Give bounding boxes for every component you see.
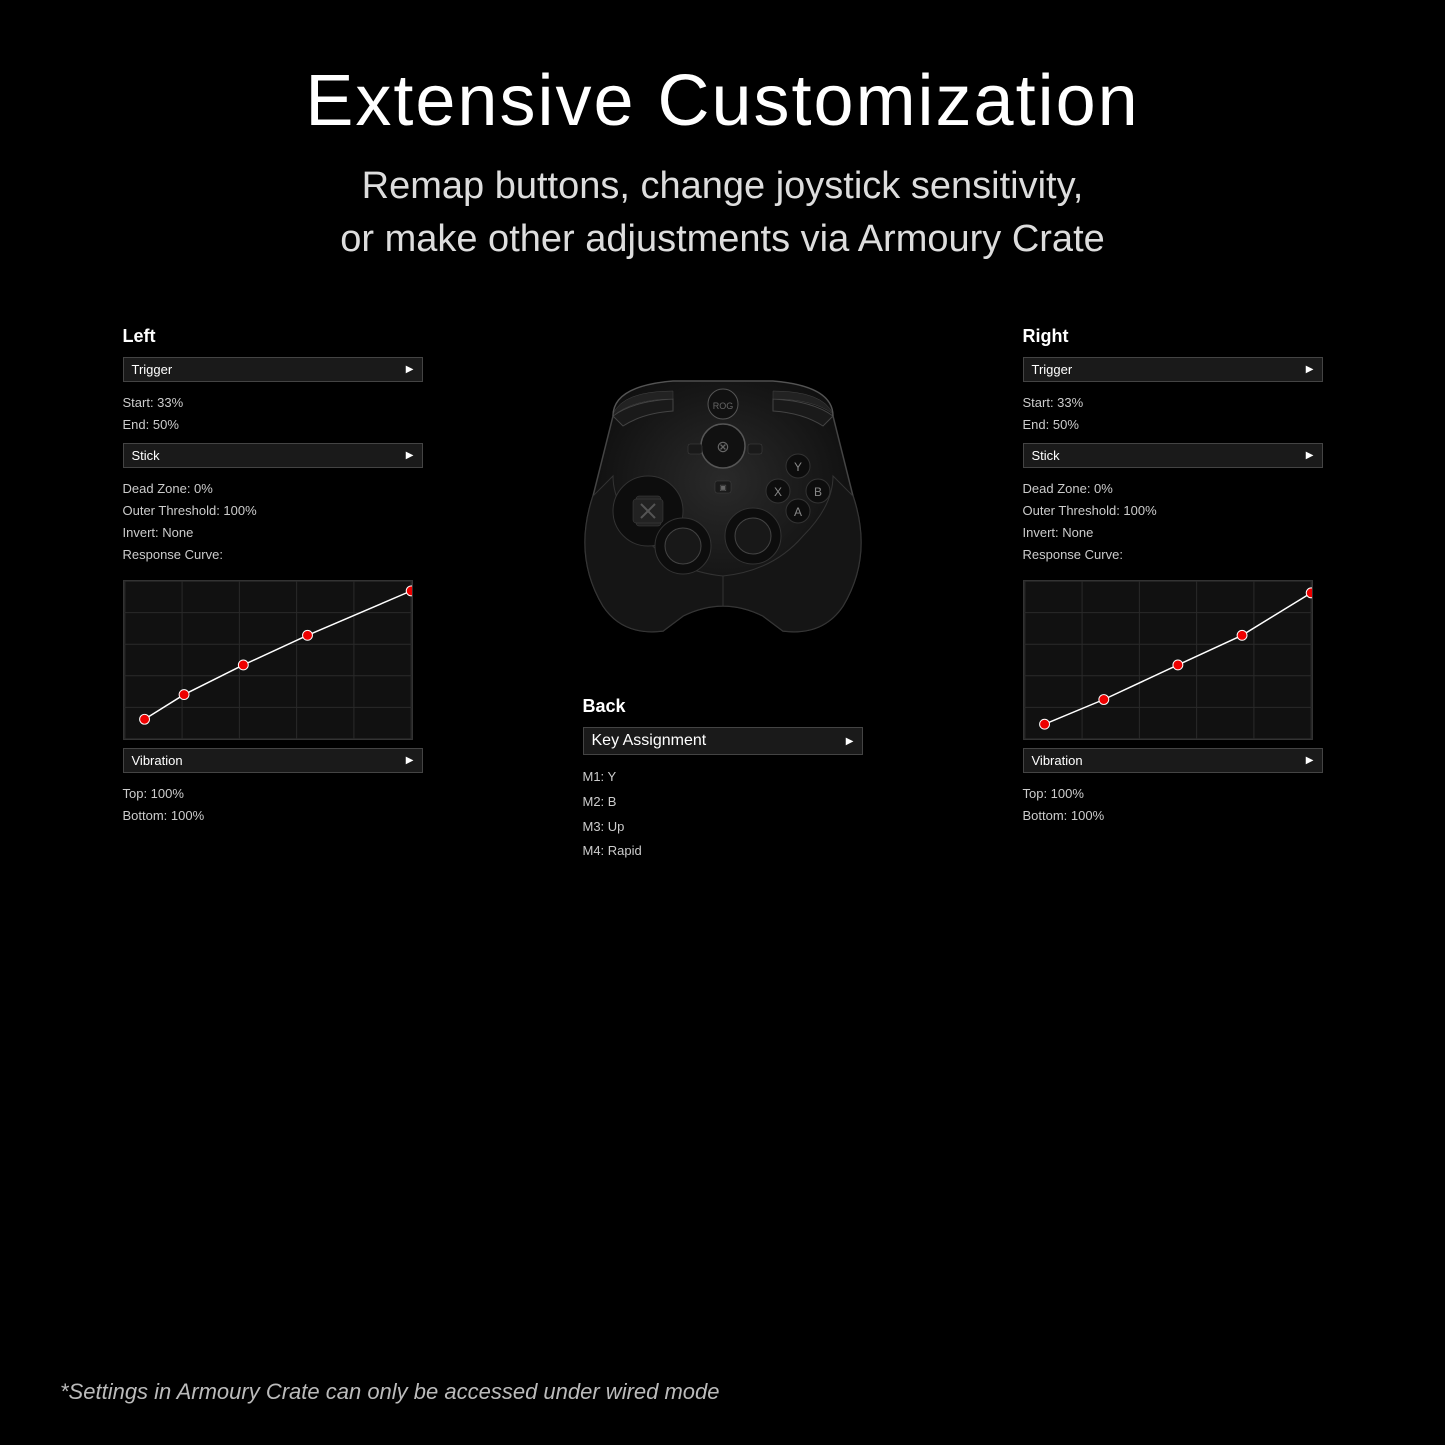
left-trigger-arrow: ▶: [406, 364, 414, 375]
right-trigger-start: Start: 33%: [1023, 392, 1323, 414]
right-vibration-arrow: ▶: [1306, 755, 1314, 766]
left-stick-row[interactable]: Stick ▶: [123, 443, 423, 468]
back-m3: M3: Up: [583, 815, 863, 840]
back-m1: M1: Y: [583, 765, 863, 790]
left-stick-arrow: ▶: [406, 450, 414, 461]
left-invert: Invert: None: [123, 522, 423, 544]
right-trigger-label: Trigger: [1032, 362, 1073, 377]
left-chart-svg: [123, 580, 413, 740]
back-key-assignment-arrow: ▶: [846, 736, 854, 747]
right-trigger-arrow: ▶: [1306, 364, 1314, 375]
left-stick-info: Dead Zone: 0% Outer Threshold: 100% Inve…: [123, 472, 423, 572]
back-m4: M4: Rapid: [583, 839, 863, 864]
controller-section: Left Trigger ▶ Start: 33% End: 50% Stick…: [123, 326, 1323, 1405]
right-stick-info: Dead Zone: 0% Outer Threshold: 100% Inve…: [1023, 472, 1323, 572]
left-vib-top: Top: 100%: [123, 783, 423, 805]
back-m2: M2: B: [583, 790, 863, 815]
right-trigger-info: Start: 33% End: 50%: [1023, 386, 1323, 442]
left-outer-threshold: Outer Threshold: 100%: [123, 500, 423, 522]
right-stick-arrow: ▶: [1306, 450, 1314, 461]
right-panel-title: Right: [1023, 326, 1323, 347]
back-key-assignment-label: Key Assignment: [592, 732, 707, 750]
center-section: Y B X A ⊗ ROG: [443, 326, 1003, 870]
right-invert: Invert: None: [1023, 522, 1323, 544]
subtitle: Remap buttons, change joystick sensitivi…: [340, 160, 1105, 266]
controller-image: Y B X A ⊗ ROG: [533, 326, 913, 686]
footer-note: *Settings in Armoury Crate can only be a…: [60, 1379, 720, 1405]
left-response-curve-label: Response Curve:: [123, 544, 423, 566]
right-dead-zone: Dead Zone: 0%: [1023, 478, 1323, 500]
left-trigger-label: Trigger: [132, 362, 173, 377]
back-key-assignment-row[interactable]: Key Assignment ▶: [583, 727, 863, 755]
left-panel: Left Trigger ▶ Start: 33% End: 50% Stick…: [123, 326, 423, 833]
left-trigger-end: End: 50%: [123, 414, 423, 436]
back-key-info: M1: Y M2: B M3: Up M4: Rapid: [583, 759, 863, 870]
svg-text:▣: ▣: [719, 483, 727, 492]
right-response-curve-label: Response Curve:: [1023, 544, 1323, 566]
svg-text:B: B: [813, 485, 821, 499]
right-vibration-info: Top: 100% Bottom: 100%: [1023, 777, 1323, 833]
left-vib-bottom: Bottom: 100%: [123, 805, 423, 827]
right-response-curve-chart: [1023, 580, 1313, 740]
right-trigger-row[interactable]: Trigger ▶: [1023, 357, 1323, 382]
left-vibration-label: Vibration: [132, 753, 183, 768]
back-panel-title: Back: [583, 696, 863, 717]
right-vib-bottom: Bottom: 100%: [1023, 805, 1323, 827]
right-vibration-label: Vibration: [1032, 753, 1083, 768]
right-stick-row[interactable]: Stick ▶: [1023, 443, 1323, 468]
main-title: Extensive Customization: [305, 60, 1139, 142]
left-trigger-start: Start: 33%: [123, 392, 423, 414]
left-vibration-info: Top: 100% Bottom: 100%: [123, 777, 423, 833]
right-vibration-row[interactable]: Vibration ▶: [1023, 748, 1323, 773]
left-panel-title: Left: [123, 326, 423, 347]
right-outer-threshold: Outer Threshold: 100%: [1023, 500, 1323, 522]
left-stick-label: Stick: [132, 448, 160, 463]
left-trigger-row[interactable]: Trigger ▶: [123, 357, 423, 382]
left-dead-zone: Dead Zone: 0%: [123, 478, 423, 500]
svg-text:ROG: ROG: [712, 401, 733, 411]
back-panel: Back Key Assignment ▶ M1: Y M2: B M3: Up…: [583, 696, 863, 870]
right-trigger-end: End: 50%: [1023, 414, 1323, 436]
left-vibration-row[interactable]: Vibration ▶: [123, 748, 423, 773]
svg-text:⊗: ⊗: [716, 439, 729, 456]
left-response-curve-chart: [123, 580, 413, 740]
page-wrapper: Extensive Customization Remap buttons, c…: [0, 0, 1445, 1445]
left-trigger-info: Start: 33% End: 50%: [123, 386, 423, 442]
right-chart-svg: [1023, 580, 1313, 740]
right-panel: Right Trigger ▶ Start: 33% End: 50% Stic…: [1023, 326, 1323, 833]
left-vibration-arrow: ▶: [406, 755, 414, 766]
right-vib-top: Top: 100%: [1023, 783, 1323, 805]
svg-text:Y: Y: [793, 460, 801, 474]
svg-text:A: A: [793, 505, 801, 519]
svg-text:X: X: [773, 485, 781, 499]
right-stick-label: Stick: [1032, 448, 1060, 463]
controller-svg: Y B X A ⊗ ROG: [533, 326, 913, 686]
